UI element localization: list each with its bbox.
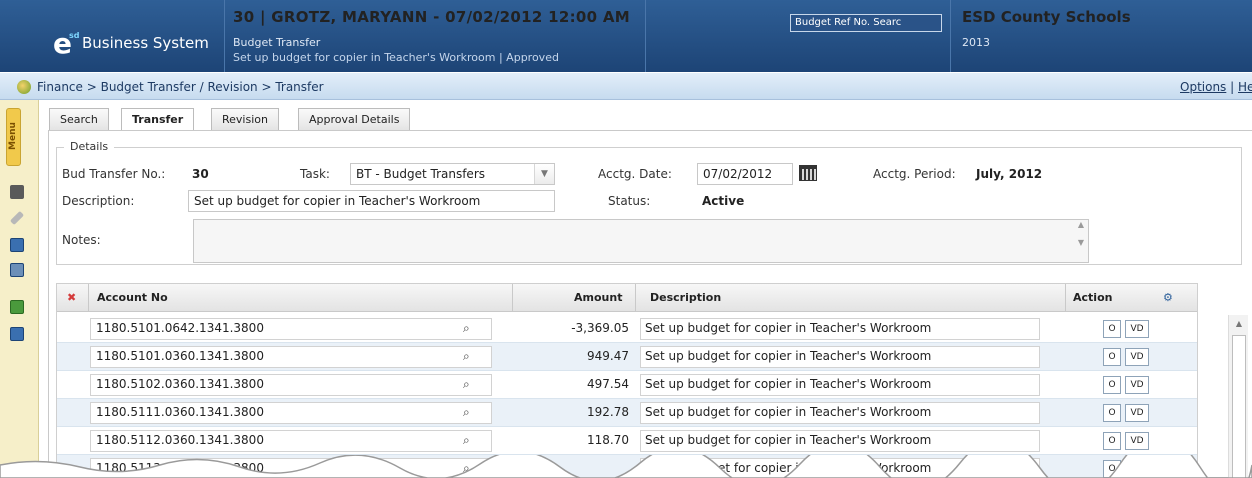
bud-transfer-label: Bud Transfer No.: [62, 167, 166, 181]
notes-label: Notes: [62, 233, 101, 247]
column-chooser-icon[interactable]: ⚙ [1163, 291, 1173, 304]
notes-textarea[interactable] [193, 219, 1089, 263]
chevron-down-icon[interactable]: ▼ [534, 164, 554, 184]
description: Set up budget for copier in Teacher's Wo… [645, 433, 932, 447]
record-type: Budget Transfer [233, 36, 321, 49]
account-no: 1180.5101.0642.1341.3800 [96, 321, 264, 335]
view-document-button[interactable]: VD [1125, 376, 1149, 394]
table-row[interactable]: 1180.5101.0642.1341.3800 ⌕ -3,369.05 Set up… [57, 315, 1197, 343]
finance-icon [17, 80, 31, 94]
search-icon[interactable]: ⌕ [463, 405, 470, 420]
search-icon[interactable]: ⌕ [463, 321, 470, 336]
notes-scrollbar[interactable]: ▲ ▼ [1074, 220, 1088, 262]
open-button[interactable]: O [1103, 404, 1121, 422]
column-amount[interactable]: Amount [574, 291, 622, 304]
description: Set up budget for copier in Teacher's Wo… [645, 321, 932, 335]
view-document-button[interactable]: VD [1125, 348, 1149, 366]
search-icon[interactable]: ⌕ [463, 349, 470, 364]
amount: 497.54 [587, 377, 629, 391]
menu-label: Menu [8, 122, 18, 150]
amount: 118.70 [587, 433, 629, 447]
open-button[interactable]: O [1103, 348, 1121, 366]
column-divider [1065, 284, 1066, 312]
logo-sub: sd [69, 31, 80, 40]
breadcrumb[interactable]: Finance > Budget Transfer / Revision > T… [37, 80, 324, 94]
grid-header [57, 284, 1197, 312]
link-separator: | [1230, 80, 1235, 94]
view-document-button[interactable]: VD [1125, 320, 1149, 338]
table-row[interactable]: 1180.5101.0360.1341.3800 ⌕ 949.47 Set up bu… [57, 343, 1197, 371]
grid-scrollbar[interactable]: ▲ [1228, 315, 1248, 478]
amount: -3,369.05 [571, 321, 629, 335]
app-name: Business System [82, 34, 209, 52]
search-icon[interactable]: ⌕ [463, 377, 470, 392]
search-icon[interactable]: ⌕ [463, 433, 470, 448]
account-no: 1180.5112.0360.1341.3800 [96, 433, 264, 447]
tab-transfer[interactable]: Transfer [121, 108, 195, 132]
acctg-period-value: July, 2012 [976, 167, 1043, 181]
top-links: Options | Help [1180, 80, 1252, 94]
description-input[interactable]: Set up budget for copier in Teacher's Wo… [188, 190, 555, 212]
column-action: Action [1073, 291, 1113, 304]
organization-name: ESD County Schools [962, 8, 1131, 26]
description: Set up budget for copier in Teacher's Wo… [645, 349, 932, 363]
scroll-up-icon[interactable]: ▲ [1229, 319, 1249, 328]
tab-search[interactable]: Search [49, 108, 109, 130]
status-label: Status: [608, 194, 651, 208]
table-row[interactable]: 1180.5112.0360.1341.3800 ⌕ 118.70 Set up bu… [57, 427, 1197, 455]
export-icon[interactable] [10, 300, 24, 314]
delete-all-icon[interactable]: ✖ [67, 291, 76, 304]
tab-approval-details[interactable]: Approval Details [298, 108, 411, 130]
options-link[interactable]: Options [1180, 80, 1226, 94]
table-row[interactable]: 1180.5102.0360.1341.3800 ⌕ 497.54 Set up bu… [57, 371, 1197, 399]
budget-ref-search-input[interactable]: Budget Ref No. Searc [790, 14, 942, 32]
view-document-button[interactable]: VD [1125, 432, 1149, 450]
description: Set up budget for copier in Teacher's Wo… [645, 405, 932, 419]
torn-edge [0, 455, 1252, 478]
calendar-icon[interactable] [799, 165, 817, 181]
acctg-date-input[interactable]: 07/02/2012 [697, 163, 793, 185]
task-select[interactable]: BT - Budget Transfers [350, 163, 555, 185]
column-divider [635, 284, 636, 312]
open-button[interactable]: O [1103, 432, 1121, 450]
report-icon[interactable] [10, 238, 24, 252]
description: Set up budget for copier in Teacher's Wo… [645, 377, 932, 391]
account-no: 1180.5111.0360.1341.3800 [96, 405, 264, 419]
fiscal-year: 2013 [962, 36, 990, 49]
account-no: 1180.5102.0360.1341.3800 [96, 377, 264, 391]
menu-tab[interactable]: Menu [6, 108, 21, 166]
status-value: Active [702, 194, 745, 208]
acctg-date-label: Acctg. Date: [598, 167, 672, 181]
print-icon[interactable] [10, 185, 24, 199]
task-label: Task: [300, 167, 330, 181]
account-no: 1180.5101.0360.1341.3800 [96, 349, 264, 363]
header-divider [950, 0, 951, 72]
column-description[interactable]: Description [650, 291, 721, 304]
column-account-no[interactable]: Account No [97, 291, 168, 304]
amount: 949.47 [587, 349, 629, 363]
description-label: Description: [62, 194, 135, 208]
column-divider [512, 284, 513, 312]
table-row[interactable]: 1180.5111.0360.1341.3800 ⌕ 192.78 Set up bu… [57, 399, 1197, 427]
open-button[interactable]: O [1103, 320, 1121, 338]
workflow-icon[interactable] [10, 327, 24, 341]
open-button[interactable]: O [1103, 376, 1121, 394]
bud-transfer-value: 30 [192, 167, 209, 181]
amount: 192.78 [587, 405, 629, 419]
record-description: Set up budget for copier in Teacher's Wo… [233, 51, 559, 64]
column-divider [88, 284, 89, 312]
acctg-period-label: Acctg. Period: [873, 167, 956, 181]
help-link[interactable]: Help [1238, 80, 1252, 94]
header-divider [645, 0, 646, 72]
grid-view-icon[interactable] [10, 263, 24, 277]
record-title: 30 | GROTZ, MARYANN - 07/02/2012 12:00 A… [233, 8, 630, 26]
details-legend: Details [64, 140, 115, 153]
tab-revision[interactable]: Revision [211, 108, 279, 130]
view-document-button[interactable]: VD [1125, 404, 1149, 422]
